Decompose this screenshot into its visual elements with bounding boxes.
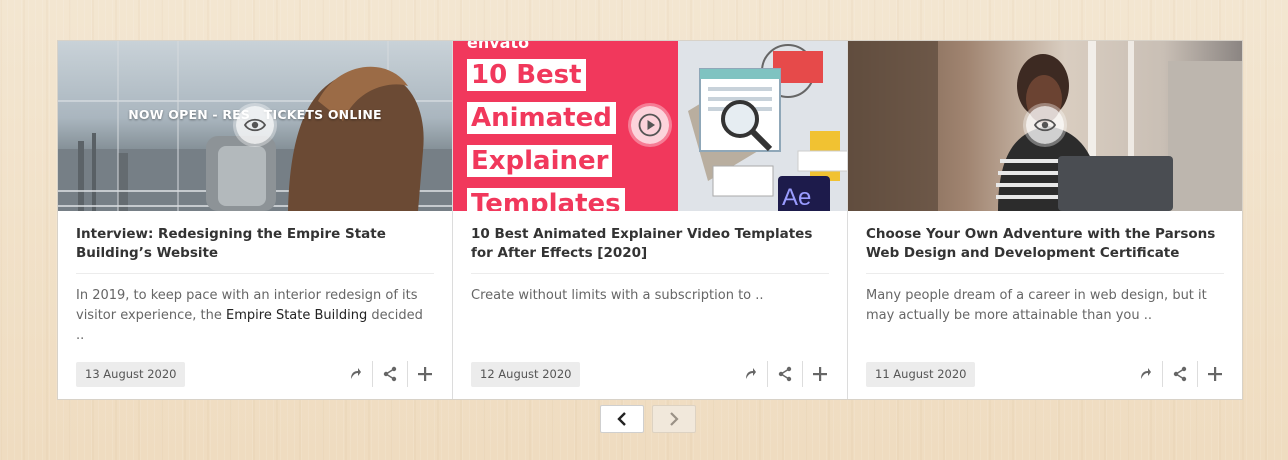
carousel-pagination xyxy=(600,405,696,433)
add-button[interactable] xyxy=(407,361,442,387)
open-link-button[interactable] xyxy=(1128,361,1162,387)
illustration: Ae xyxy=(688,44,847,211)
post-excerpt: In 2019, to keep pace with an interior r… xyxy=(76,286,434,346)
play-button[interactable] xyxy=(631,106,669,144)
ae-badge: Ae xyxy=(782,184,811,211)
post-excerpt: Create without limits with a subscriptio… xyxy=(471,288,764,303)
card-footer: 12 August 2020 xyxy=(471,359,837,389)
banner-line: Templates xyxy=(467,188,625,211)
post-title[interactable]: 10 Best Animated Explainer Video Templat… xyxy=(471,225,829,263)
add-button[interactable] xyxy=(1197,361,1232,387)
add-button[interactable] xyxy=(802,361,837,387)
post-date: 13 August 2020 xyxy=(76,361,186,387)
post-excerpt: Many people dream of a career in web des… xyxy=(866,288,1207,323)
chevron-left-icon xyxy=(617,412,626,426)
divider xyxy=(866,273,1224,274)
eye-icon xyxy=(244,118,266,132)
card-actions xyxy=(338,361,442,387)
post-title[interactable]: Interview: Redesigning the Empire State … xyxy=(76,225,434,263)
post-date: 11 August 2020 xyxy=(866,361,976,387)
next-button[interactable] xyxy=(652,405,696,433)
view-button[interactable] xyxy=(236,106,274,144)
post-card: NOW OPEN - RES TICKETS ONLINE Interview:… xyxy=(58,41,453,399)
brand-logo: envato xyxy=(467,41,530,52)
card-actions xyxy=(733,361,837,387)
post-card: Choose Your Own Adventure with the Parso… xyxy=(848,41,1242,399)
banner-line: Animated xyxy=(467,102,616,134)
card-actions xyxy=(1128,361,1232,387)
excerpt-link[interactable]: Empire State Building xyxy=(226,308,367,323)
eye-icon xyxy=(1034,118,1056,132)
divider xyxy=(471,273,829,274)
post-date: 12 August 2020 xyxy=(471,361,581,387)
share-button[interactable] xyxy=(767,361,802,387)
prev-button[interactable] xyxy=(600,405,644,433)
banner-line: 10 Best xyxy=(467,59,586,91)
open-link-button[interactable] xyxy=(733,361,767,387)
post-carousel: NOW OPEN - RES TICKETS ONLINE Interview:… xyxy=(57,40,1243,400)
open-link-button[interactable] xyxy=(338,361,372,387)
open-link-icon xyxy=(351,368,361,379)
post-card: envato 10 Best Animated Explainer Templa… xyxy=(453,41,848,399)
share-icon xyxy=(778,366,792,382)
card-footer: 11 August 2020 xyxy=(866,359,1232,389)
banner-line: Explainer xyxy=(467,145,613,177)
post-title[interactable]: Choose Your Own Adventure with the Parso… xyxy=(866,225,1224,263)
divider xyxy=(76,273,434,274)
plus-icon xyxy=(418,367,432,381)
post-thumbnail[interactable]: NOW OPEN - RES TICKETS ONLINE xyxy=(58,41,452,211)
share-icon xyxy=(1173,366,1187,382)
open-link-icon xyxy=(1141,368,1151,379)
share-button[interactable] xyxy=(1162,361,1197,387)
share-button[interactable] xyxy=(372,361,407,387)
view-button[interactable] xyxy=(1026,106,1064,144)
open-link-icon xyxy=(746,368,756,379)
play-icon xyxy=(638,113,662,137)
post-thumbnail[interactable]: envato 10 Best Animated Explainer Templa… xyxy=(453,41,847,211)
plus-icon xyxy=(1208,367,1222,381)
plus-icon xyxy=(813,367,827,381)
post-thumbnail[interactable] xyxy=(848,41,1242,211)
card-footer: 13 August 2020 xyxy=(76,359,442,389)
chevron-right-icon xyxy=(670,412,679,426)
share-icon xyxy=(383,366,397,382)
